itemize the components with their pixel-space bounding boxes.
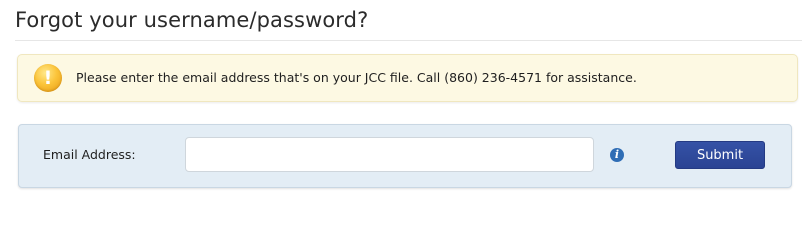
page-title: Forgot your username/password?	[15, 8, 369, 32]
notice-message: Please enter the email address that's on…	[76, 70, 637, 85]
warning-icon: !	[34, 64, 62, 92]
email-input[interactable]	[185, 137, 594, 172]
info-icon[interactable]: i	[610, 148, 624, 162]
submit-button[interactable]: Submit	[675, 141, 765, 169]
notice-banner: ! Please enter the email address that's …	[17, 54, 798, 102]
email-form: Email Address: i Submit	[18, 124, 792, 188]
warning-icon-glyph: !	[43, 67, 53, 89]
forgot-password-page: Forgot your username/password? ! Please …	[0, 0, 811, 209]
info-icon-glyph: i	[614, 148, 620, 161]
email-label: Email Address:	[43, 147, 136, 162]
title-divider	[15, 40, 802, 41]
